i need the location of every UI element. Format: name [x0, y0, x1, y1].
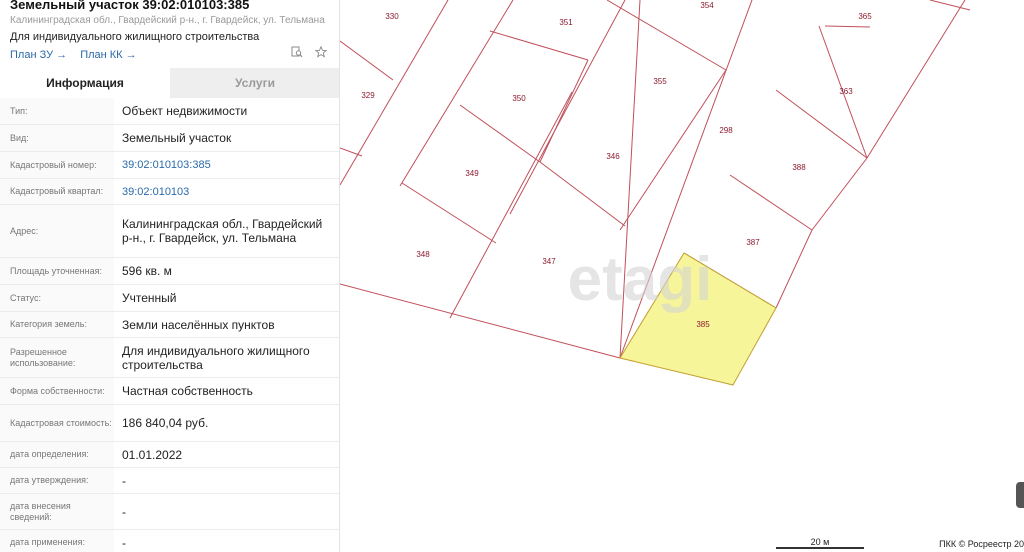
row-label: Адрес: [0, 205, 114, 257]
row-value: Калининградская обл., Гвардейский р-н., … [122, 217, 323, 245]
row-label: дата применения: [0, 530, 114, 552]
parcel-boundary [489, 30, 589, 61]
parcel-boundary [539, 59, 589, 163]
parcel-boundary [824, 25, 871, 28]
row-value: Для индивидуального жилищного строительс… [122, 343, 310, 372]
tab-services[interactable]: Услуги [170, 68, 339, 98]
map-side-control[interactable] [1016, 482, 1024, 508]
info-row: Разрешенное использование: Для индивидуал… [0, 338, 339, 378]
info-panel: Земельный участок 39:02:010103:385 Калин… [0, 0, 340, 552]
plan-zu-link[interactable]: План ЗУ → [10, 49, 67, 61]
parcel-label: 365 [858, 12, 872, 21]
parcel-boundary [606, 0, 727, 71]
plan-kk-link[interactable]: План КК → [80, 49, 136, 61]
info-row: Кадастровая стоимость: 186 840,04 руб. [0, 405, 339, 442]
parcel-label: 387 [746, 238, 760, 247]
parcel-label: 349 [465, 169, 479, 178]
cadastral-map[interactable]: etagi 330 351 354 365 329 350 355 363 29… [340, 0, 1024, 552]
parcel-boundary [866, 0, 966, 159]
header-address: Калининградская обл., Гвардейский р-н., … [10, 15, 325, 26]
info-row: Кадастровый квартал: 39:02:010103 [0, 179, 339, 205]
row-label: Форма собственности: [0, 378, 114, 404]
row-value: - [122, 504, 126, 519]
info-row: Кадастровый номер: 39:02:010103:385 [0, 152, 339, 179]
row-value: Учтенный [122, 291, 177, 305]
row-value: Земельный участок [122, 131, 232, 145]
parcel-label: 355 [653, 77, 667, 86]
parcel-boundary [775, 229, 813, 309]
info-row: Адрес: Калининградская обл., Гвардейский … [0, 205, 339, 258]
cadastral-number-link[interactable]: 39:02:010103:385 [114, 152, 339, 178]
info-row: дата определения: 01.01.2022 [0, 442, 339, 468]
parcel-label: 350 [512, 94, 526, 103]
parcel-label: 348 [416, 250, 430, 259]
parcel-boundary [399, 0, 514, 187]
cadastral-quarter-link[interactable]: 39:02:010103 [114, 179, 339, 204]
info-table: Тип: Объект недвижимости Вид: Земельный уч… [0, 98, 339, 552]
scale-bar: 20 м [776, 537, 864, 549]
info-row: Категория земель: Земли населённых пункто… [0, 312, 339, 338]
parcel-boundary [775, 89, 868, 159]
parcel-label: 298 [719, 126, 733, 135]
row-label: Статус: [0, 285, 114, 311]
row-value: Объект недвижимости [122, 104, 248, 118]
parcel-label: 385 [696, 320, 710, 329]
row-value: 01.01.2022 [122, 447, 183, 462]
parcel-label: 330 [385, 12, 399, 21]
parcel-label: 347 [542, 257, 556, 266]
parcel-boundary [539, 161, 626, 227]
parcel-label: 363 [839, 87, 853, 96]
parcel-boundary [811, 157, 868, 231]
info-row: дата применения: - [0, 530, 339, 552]
row-value: - [122, 473, 126, 488]
plan-links: План ЗУ → План КК → [10, 49, 147, 61]
parcel-label: 354 [700, 1, 714, 10]
parcel-label: 351 [559, 18, 573, 27]
parcel-boundary [449, 91, 573, 319]
parcel-boundary [459, 104, 541, 163]
parcel-boundary [401, 182, 497, 244]
parcel-boundary [619, 69, 727, 231]
row-value: Частная собственность [122, 384, 253, 398]
row-label: дата внесения сведений: [0, 494, 114, 529]
parcel-boundary [340, 40, 394, 81]
row-label: Разрешенное использование: [0, 338, 114, 377]
info-row: дата внесения сведений: - [0, 494, 339, 530]
parcel-map-svg: etagi 330 351 354 365 329 350 355 363 29… [340, 0, 971, 386]
parcel-boundary [509, 0, 626, 215]
tab-info[interactable]: Информация [0, 68, 170, 98]
row-label: Категория земель: [0, 312, 114, 337]
info-row: Площадь уточненная: 596 кв. м [0, 258, 339, 285]
row-label: дата утверждения: [0, 468, 114, 493]
row-label: дата определения: [0, 442, 114, 467]
info-row: Статус: Учтенный [0, 285, 339, 312]
header-purpose: Для индивидуального жилищного строительс… [10, 31, 260, 43]
search-doc-icon[interactable] [291, 46, 307, 61]
map-copyright: ПКК © Росреестр 20 [939, 539, 1024, 549]
info-row: Форма собственности: Частная собственност… [0, 378, 339, 405]
parcel-label: 346 [606, 152, 620, 161]
parcel-label: 329 [361, 91, 375, 100]
row-value: - [122, 535, 126, 550]
watermark: etagi [568, 245, 713, 314]
parcel-boundary [340, 0, 449, 186]
page-title: Земельный участок 39:02:010103:385 [10, 0, 250, 12]
row-label: Кадастровая стоимость: [0, 405, 114, 441]
parcel-label: 388 [792, 163, 806, 172]
row-label: Кадастровый квартал: [0, 179, 114, 204]
row-label: Тип: [0, 98, 114, 124]
row-label: Площадь уточненная: [0, 258, 114, 284]
info-row: дата утверждения: - [0, 468, 339, 494]
tab-bar: Информация Услуги [0, 68, 339, 98]
row-label: Кадастровый номер: [0, 152, 114, 178]
row-value: 186 840,04 руб. [122, 416, 209, 430]
row-value: 596 кв. м [122, 264, 172, 278]
row-value: Земли населённых пунктов [122, 317, 275, 332]
star-icon[interactable] [314, 45, 328, 61]
row-label: Вид: [0, 125, 114, 151]
parcel-boundary [729, 174, 813, 231]
info-row: Тип: Объект недвижимости [0, 98, 339, 125]
info-row: Вид: Земельный участок [0, 125, 339, 152]
header-actions [283, 45, 328, 61]
